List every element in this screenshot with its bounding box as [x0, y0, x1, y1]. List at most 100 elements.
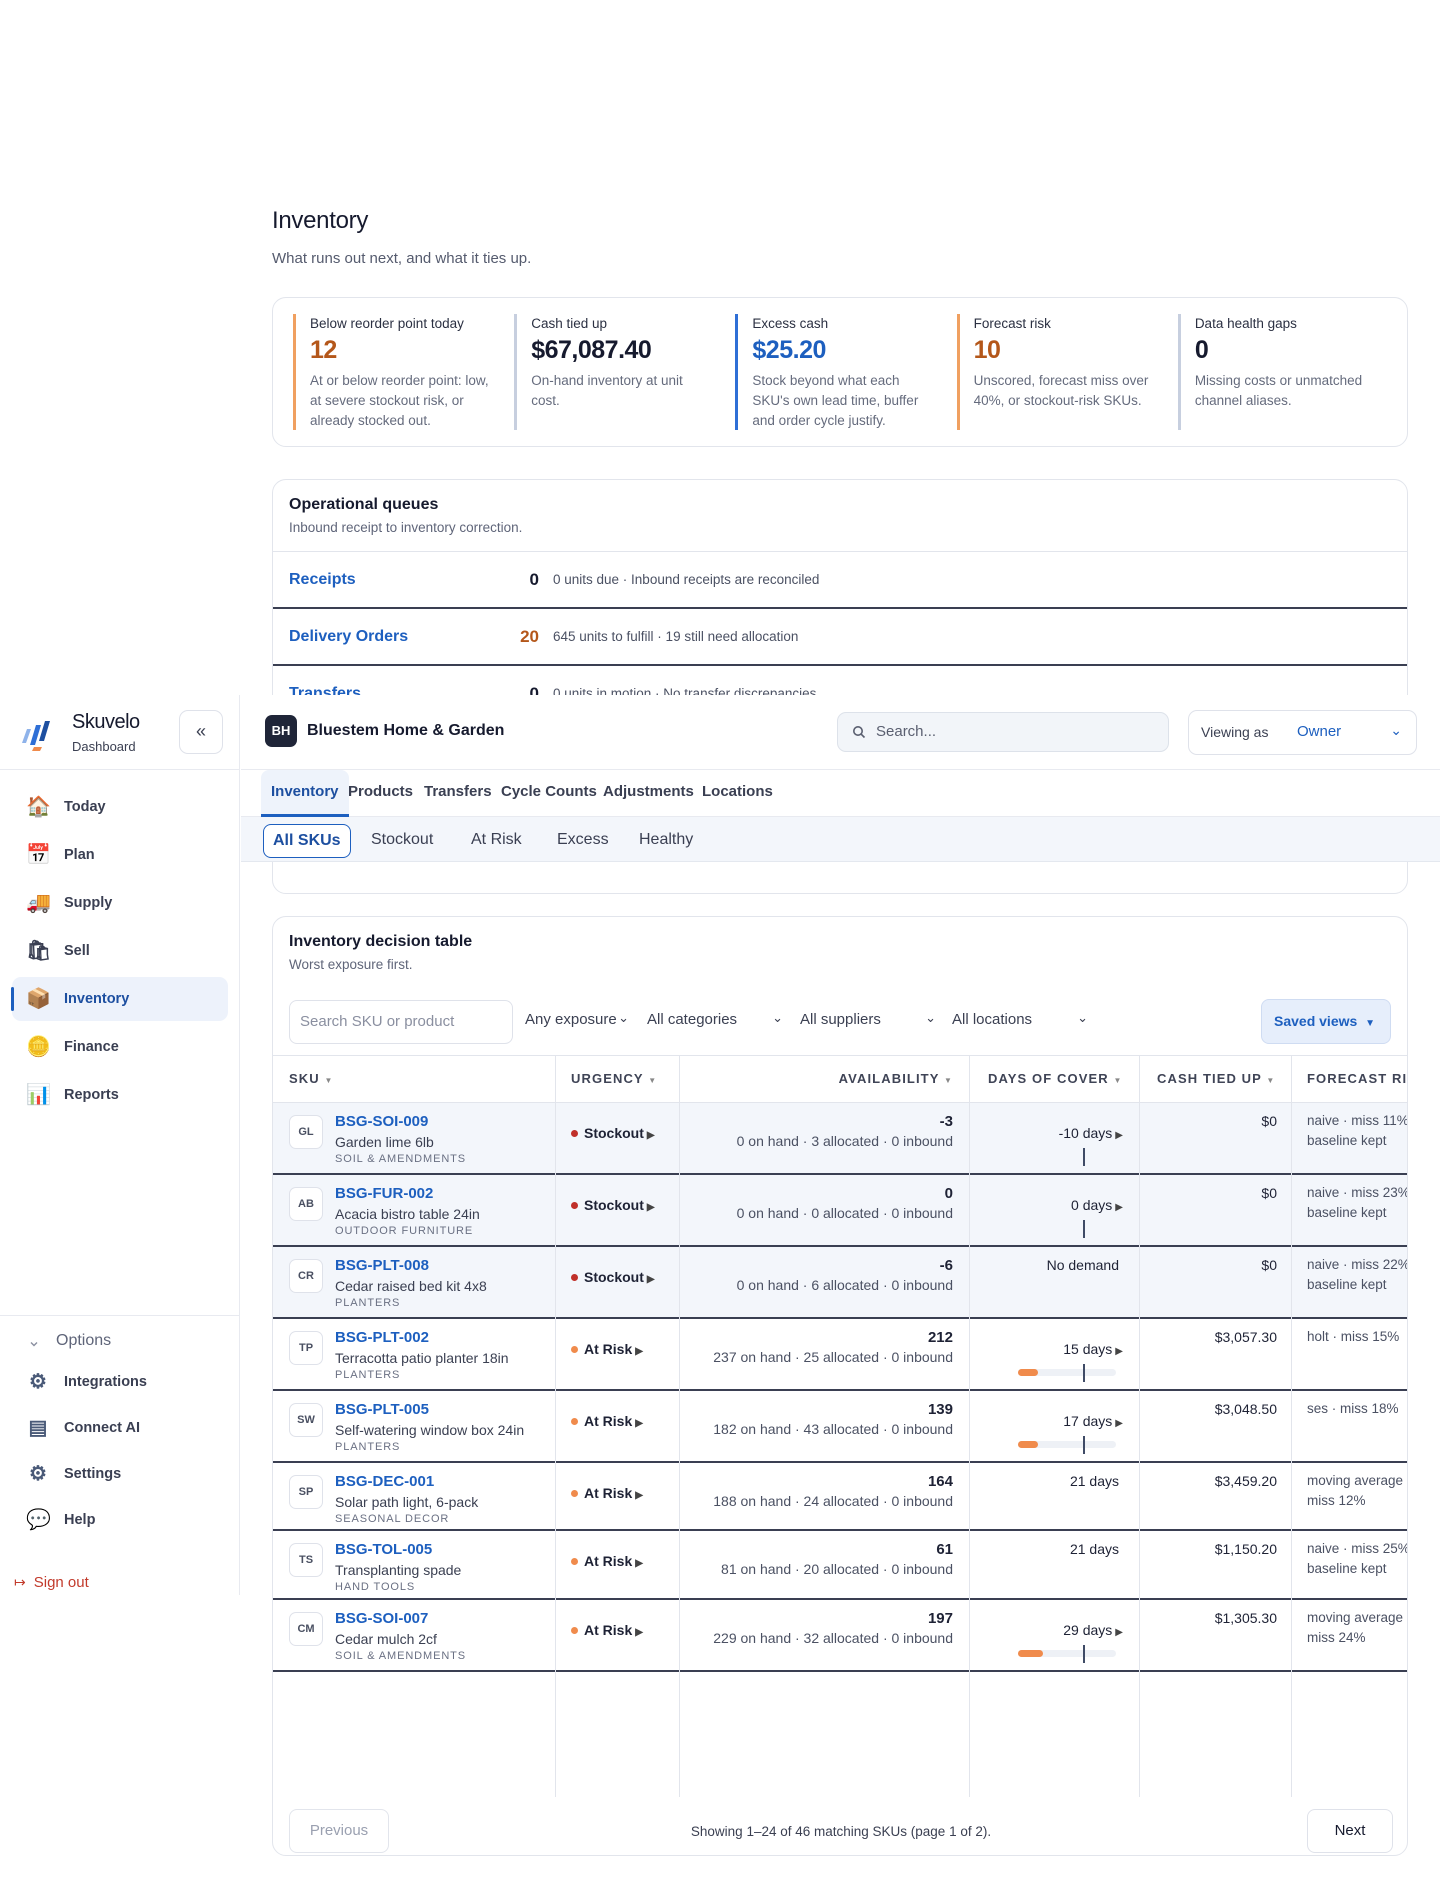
urgency-badge[interactable]: Stockout ▶ [571, 1125, 655, 1141]
table-row[interactable]: SP BSG-DEC-001 Solar path light, 6-pack SEA… [273, 1463, 1407, 1531]
sidebar-item-finance[interactable]: 🪙 Finance [12, 1025, 228, 1069]
sidebar-item-reports[interactable]: 📊 Reports [12, 1073, 228, 1117]
tab-cycle-counts[interactable]: Cycle Counts [491, 770, 607, 817]
days-of-cover[interactable]: 29 days ▶ [1063, 1622, 1123, 1638]
column-header-availability[interactable]: AVAILABILITY ▼ [839, 1056, 953, 1104]
location-filter[interactable]: All locations ⌄ [952, 1010, 1088, 1028]
sku-avatar: AB [289, 1187, 323, 1221]
available-quantity: 197 [927, 1610, 953, 1627]
viewing-as-select[interactable]: Viewing as Owner ⌄ [1188, 710, 1417, 755]
kpi-label: Below reorder point today [310, 316, 464, 331]
saved-views-button[interactable]: Saved views ▼ [1261, 999, 1391, 1044]
table-row[interactable]: SW BSG-PLT-005 Self-watering window box 24… [273, 1391, 1407, 1463]
org-name[interactable]: Bluestem Home & Garden [307, 722, 504, 740]
page-title: Inventory [272, 207, 369, 234]
cash-tied-up: $1,150.20 [1214, 1541, 1277, 1557]
exposure-filter[interactable]: Any exposure ⌄ [525, 1010, 629, 1028]
sidebar-item-help[interactable]: 💬 Help [12, 1498, 240, 1544]
global-search-input[interactable]: Search... [837, 712, 1169, 752]
column-header-urgency[interactable]: URGENCY ▼ [571, 1056, 657, 1104]
sku-code-link[interactable]: BSG-FUR-002 [335, 1185, 433, 1202]
sku-code-link[interactable]: BSG-SOI-007 [335, 1610, 428, 1627]
status-dot-icon [571, 1490, 578, 1497]
subtab-stockout[interactable]: Stockout [361, 824, 443, 858]
location-filter-value: All locations [952, 1011, 1033, 1028]
expand-triangle-icon: ▶ [635, 1346, 643, 1357]
urgency-badge[interactable]: At Risk ▶ [571, 1341, 643, 1357]
urgency-badge[interactable]: Stockout ▶ [571, 1269, 655, 1285]
category-filter[interactable]: All categories ⌄ [647, 1010, 783, 1028]
options-toggle[interactable]: Options [28, 1330, 240, 1360]
sidebar-item-settings[interactable]: ⚙ Settings [12, 1452, 240, 1498]
expand-triangle-icon: ▶ [1115, 1202, 1123, 1213]
sku-code-link[interactable]: BSG-PLT-002 [335, 1329, 429, 1346]
table-row[interactable]: CR BSG-PLT-008 Cedar raised bed kit 4x8 PLA… [273, 1247, 1407, 1319]
cash-tied-up: $3,048.50 [1214, 1401, 1277, 1417]
product-name: Cedar raised bed kit 4x8 [335, 1278, 487, 1294]
collapse-sidebar-button[interactable]: « [179, 710, 223, 754]
sidebar: Skuvelo Dashboard « 🏠 Today 📅 Plan 🚚 Supply 🛍 S… [0, 695, 240, 1595]
table-row[interactable]: TP BSG-PLT-002 Terracotta patio planter 18… [273, 1319, 1407, 1391]
next-page-button[interactable]: Next [1307, 1809, 1393, 1853]
sku-code-link[interactable]: BSG-TOL-005 [335, 1541, 432, 1558]
tab-locations[interactable]: Locations [692, 770, 783, 817]
table-row[interactable]: CM BSG-SOI-007 Cedar mulch 2cf SOIL & AMEND… [273, 1600, 1407, 1672]
sidebar-item-sell[interactable]: 🛍 Sell [12, 929, 228, 973]
column-header-days-of-cover[interactable]: DAYS OF COVER ▼ [988, 1056, 1122, 1104]
sidebar-item-inventory[interactable]: 📦 Inventory [11, 977, 228, 1021]
sku-search-input[interactable]: Search SKU or product [289, 1000, 513, 1044]
sidebar-item-label: Finance [64, 1039, 119, 1055]
forecast-cell: naive · miss 23% baseline kept [1307, 1183, 1407, 1223]
chevron-down-icon [30, 1342, 38, 1347]
sidebar-item-integrations[interactable]: ⚙ Integrations [12, 1360, 240, 1406]
table-row[interactable]: AB BSG-FUR-002 Acacia bistro table 24in OUT… [273, 1175, 1407, 1247]
sidebar-item-plan[interactable]: 📅 Plan [12, 833, 228, 877]
column-header-sku[interactable]: SKU ▼ [289, 1056, 334, 1104]
tab-adjustments[interactable]: Adjustments [593, 770, 704, 817]
sku-code-link[interactable]: BSG-PLT-008 [335, 1257, 429, 1274]
subtab-all-skus[interactable]: All SKUs [263, 824, 351, 858]
column-header-forecast[interactable]: FORECAST RI [1307, 1056, 1407, 1104]
column-label: DAYS OF COVER [988, 1071, 1109, 1086]
subtab-at-risk[interactable]: At Risk [461, 824, 532, 858]
urgency-badge[interactable]: At Risk ▶ [571, 1622, 643, 1638]
days-of-cover[interactable]: -10 days ▶ [1059, 1125, 1123, 1141]
queue-name[interactable]: Delivery Orders [289, 628, 514, 646]
table-row[interactable]: TS BSG-TOL-005 Transplanting spade HAND TOO… [273, 1531, 1407, 1600]
sign-out-link[interactable]: ↦ Sign out [14, 1574, 89, 1591]
sku-code-link[interactable]: BSG-DEC-001 [335, 1473, 434, 1490]
tab-transfers[interactable]: Transfers [414, 770, 502, 817]
sku-code-link[interactable]: BSG-SOI-009 [335, 1113, 428, 1130]
urgency-badge[interactable]: At Risk ▶ [571, 1413, 643, 1429]
forecast-cell: moving average miss 12% [1307, 1471, 1403, 1511]
column-divider [555, 1055, 556, 1797]
urgency-badge[interactable]: At Risk ▶ [571, 1485, 643, 1501]
supplier-filter[interactable]: All suppliers ⌄ [800, 1010, 936, 1028]
sidebar-item-supply[interactable]: 🚚 Supply [12, 881, 228, 925]
days-of-cover[interactable]: 0 days ▶ [1071, 1197, 1123, 1213]
product-category: HAND TOOLS [335, 1581, 416, 1593]
urgency-badge[interactable]: Stockout ▶ [571, 1197, 655, 1213]
availability-detail: 229 on hand · 32 allocated · 0 inbound [713, 1630, 953, 1646]
table-column-headers: SKU ▼ URGENCY ▼ AVAILABILITY ▼ DAYS OF C… [273, 1055, 1407, 1104]
queue-name[interactable]: Receipts [289, 571, 514, 589]
queue-row[interactable]: Delivery Orders 20 645 units to fulfill · … [273, 609, 1407, 666]
queue-row[interactable]: Receipts 0 0 units due · Inbound receipts … [273, 552, 1407, 609]
house-icon: 🏠 [26, 796, 51, 818]
days-of-cover[interactable]: 15 days ▶ [1063, 1341, 1123, 1357]
column-header-cash-tied-up[interactable]: CASH TIED UP ▼ [1157, 1056, 1275, 1104]
table-row[interactable]: GL BSG-SOI-009 Garden lime 6lb SOIL & AMEND… [273, 1103, 1407, 1175]
subtab-excess[interactable]: Excess [547, 824, 619, 858]
sidebar-item-today[interactable]: 🏠 Today [12, 785, 228, 829]
days-of-cover[interactable]: 17 days ▶ [1063, 1413, 1123, 1429]
target-marker [1083, 1436, 1085, 1454]
tab-products[interactable]: Products [338, 770, 423, 817]
tab-inventory[interactable]: Inventory [261, 770, 349, 817]
subtab-healthy[interactable]: Healthy [629, 824, 703, 858]
kpi-description: Missing costs or unmatched channel alias… [1194, 373, 1363, 408]
sidebar-item-connect-ai[interactable]: ▤ Connect AI [12, 1406, 240, 1452]
urgency-badge[interactable]: At Risk ▶ [571, 1553, 643, 1569]
inventory-decision-table-card: Inventory decision table Worst exposure … [272, 916, 1408, 1856]
sku-code-link[interactable]: BSG-PLT-005 [335, 1401, 429, 1418]
cover-bar-fill [1018, 1369, 1038, 1376]
